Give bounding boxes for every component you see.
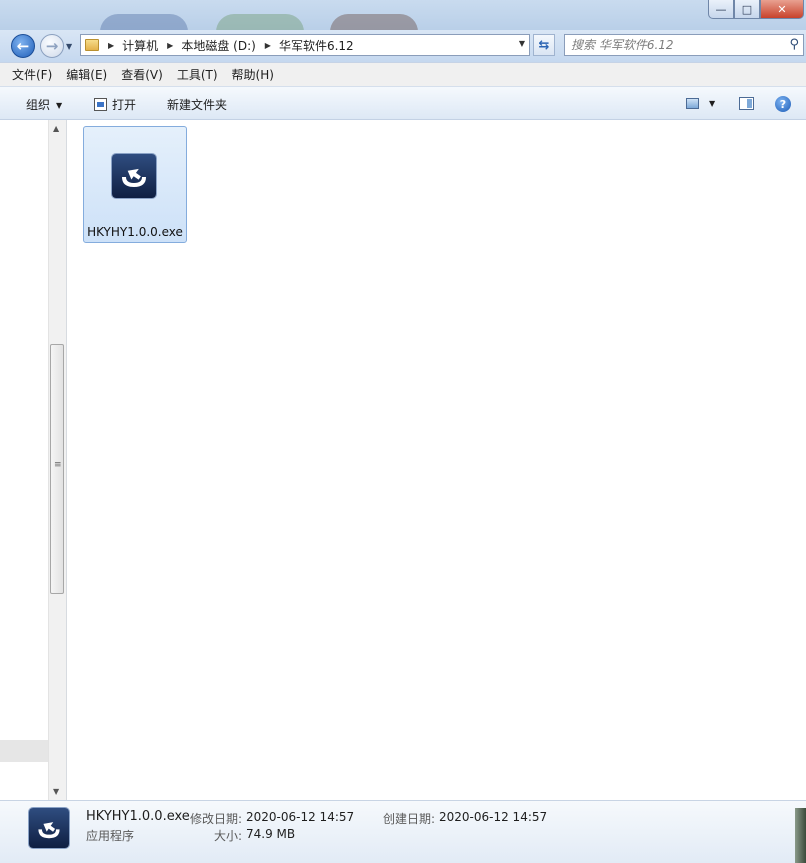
caret-down-icon: ▼: [56, 101, 63, 110]
view-options-dropdown[interactable]: ▼: [709, 99, 715, 108]
details-modified-label: 修改日期:: [190, 812, 243, 826]
address-bar[interactable]: ▶ 计算机 ▶ 本地磁盘 (D:) ▶ 华军软件6.12 ▼: [80, 34, 530, 56]
breadcrumb-separator-icon[interactable]: ▶: [265, 41, 271, 50]
application-icon: [112, 154, 156, 198]
recent-pages-dropdown[interactable]: ▼: [66, 42, 72, 51]
address-row: ← → ▼ ▶ 计算机 ▶ 本地磁盘 (D:) ▶ 华军软件6.12 ▼ ⇆ ⚲: [0, 30, 806, 62]
organize-label: 组织: [26, 98, 51, 112]
forward-arrow-icon: →: [45, 37, 59, 55]
menu-bar: 文件(F) 编辑(E) 查看(V) 工具(T) 帮助(H): [0, 62, 806, 86]
details-pane: HKYHY1.0.0.exe 应用程序 修改日期: 2020-06-12 14:…: [0, 800, 806, 863]
menu-help[interactable]: 帮助(H): [232, 66, 274, 83]
file-name: HKYHY1.0.0.exe: [87, 225, 183, 239]
title-bar[interactable]: — □ ✕: [0, 0, 806, 38]
details-created-label: 创建日期:: [383, 812, 436, 826]
scroll-up-icon[interactable]: ▲: [53, 124, 59, 133]
breadcrumb-computer[interactable]: 计算机: [122, 37, 158, 54]
new-folder-button[interactable]: 新建文件夹: [167, 96, 227, 113]
back-arrow-icon: ←: [16, 37, 30, 55]
refresh-icon: ⇆: [538, 37, 550, 53]
scrollbar-thumb[interactable]: ≡: [50, 344, 64, 594]
open-icon: [94, 98, 107, 111]
open-button[interactable]: 打开: [94, 96, 136, 113]
details-size-label: 大小:: [214, 829, 243, 843]
details-file-type: 应用程序: [86, 829, 135, 843]
file-item[interactable]: HKYHY1.0.0.exe: [83, 126, 187, 243]
navigation-pane-scrollbar[interactable]: ▲ ≡ ▼: [48, 120, 66, 800]
scroll-down-icon[interactable]: ▼: [53, 787, 59, 796]
explorer-window: — □ ✕ ← → ▼ ▶ 计算机 ▶ 本地磁盘 (D:) ▶ 华军软件6.12…: [0, 0, 806, 863]
details-modified-value: 2020-06-12 14:57: [246, 810, 355, 824]
details-created-value: 2020-06-12 14:57: [439, 810, 548, 824]
organize-button[interactable]: 组织 ▼: [26, 96, 62, 113]
refresh-button[interactable]: ⇆: [533, 34, 555, 56]
breadcrumb-local-disk[interactable]: 本地磁盘 (D:): [181, 37, 255, 54]
help-icon[interactable]: ?: [775, 96, 791, 112]
close-button[interactable]: ✕: [760, 0, 804, 19]
details-size-value: 74.9 MB: [246, 827, 296, 841]
menu-tools[interactable]: 工具(T): [177, 66, 218, 83]
menu-edit[interactable]: 编辑(E): [66, 66, 107, 83]
breadcrumb-separator-icon[interactable]: ▶: [167, 41, 173, 50]
menu-view[interactable]: 查看(V): [121, 66, 163, 83]
breadcrumb-separator-icon[interactable]: ▶: [108, 41, 114, 50]
grip-icon: ≡: [54, 460, 61, 470]
change-view-icon[interactable]: [686, 98, 699, 109]
details-application-icon: [29, 808, 69, 848]
menu-file[interactable]: 文件(F): [12, 66, 52, 83]
forward-button[interactable]: →: [40, 34, 64, 58]
breadcrumb-current-folder[interactable]: 华军软件6.12: [279, 37, 354, 54]
details-file-name: HKYHY1.0.0.exe: [86, 809, 190, 824]
file-list[interactable]: HKYHY1.0.0.exe: [67, 120, 806, 800]
navigation-pane-selected-item[interactable]: [0, 740, 48, 762]
back-button[interactable]: ←: [11, 34, 35, 58]
open-label: 打开: [112, 98, 137, 112]
search-icon[interactable]: ⚲: [789, 37, 799, 52]
folder-icon: [85, 39, 99, 51]
maximize-button[interactable]: □: [734, 0, 760, 19]
minimize-button[interactable]: —: [708, 0, 734, 19]
address-history-dropdown[interactable]: ▼: [519, 39, 525, 48]
app-logo-icon: [122, 168, 146, 187]
search-input[interactable]: [571, 37, 776, 53]
search-box[interactable]: ⚲: [564, 34, 804, 56]
app-logo-icon: [38, 821, 60, 838]
command-bar: 组织 ▼ 打开 新建文件夹 ▼ ?: [0, 86, 806, 120]
desktop-edge: [795, 808, 806, 863]
preview-pane-icon[interactable]: [739, 97, 754, 110]
window-controls: — □ ✕: [708, 0, 804, 19]
